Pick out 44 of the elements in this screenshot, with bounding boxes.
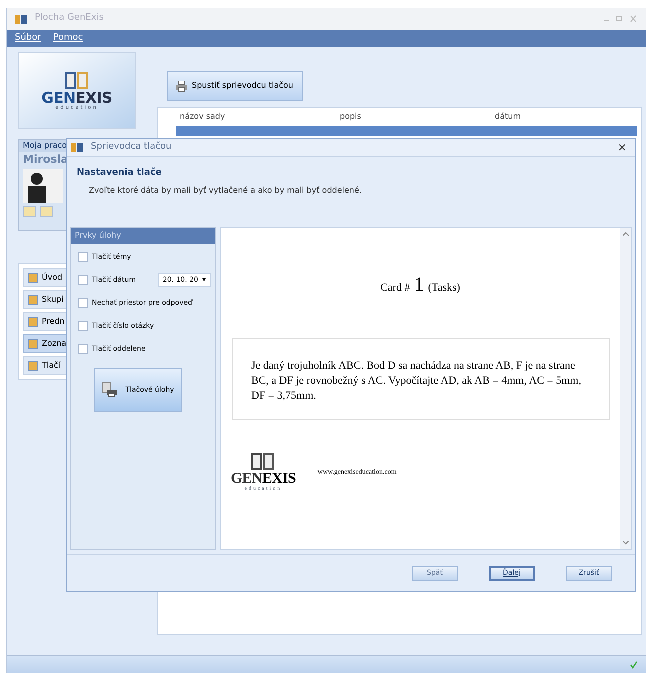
nav-icon	[28, 294, 38, 304]
checkbox[interactable]	[78, 298, 88, 308]
avatar-silhouette	[23, 168, 63, 202]
app-icon	[71, 143, 83, 152]
book-icon	[64, 70, 90, 90]
column-header: názov sady	[180, 111, 226, 123]
print-wizard-button[interactable]: Spustiť sprievodcu tlačou	[167, 71, 303, 101]
column-header: popis	[340, 111, 362, 123]
nav-label: Úvod	[42, 272, 63, 284]
logo-text: GENEXIS	[42, 90, 112, 106]
scrollbar[interactable]	[620, 228, 631, 549]
nav-label: Skupi	[42, 294, 64, 306]
nav-label: Tlačí	[42, 360, 61, 372]
dialog-subtitle: Zvoľte ktoré dáta by mali byť vytlačené a ako by mali byť oddelené.	[88, 184, 363, 196]
window-title: Plocha GenExis	[35, 12, 104, 26]
nav-label: Zozna	[42, 338, 67, 350]
app-icon	[15, 14, 27, 24]
nav-icon	[28, 338, 38, 348]
column-header: dátum	[495, 111, 522, 123]
nav-label: Predn	[42, 316, 65, 328]
scroll-up-icon[interactable]	[622, 232, 628, 236]
scroll-down-icon[interactable]	[622, 541, 628, 545]
dialog-heading: Nastavenia tlače	[77, 167, 163, 180]
logo-text: GENEXIS	[231, 472, 296, 487]
task-text: Je daný trojuholník ABC. Bod D sa nachádza na strane AB, F je na strane BC, a DF je rovnobežný s AC. Vypočítajte AD, ak AB = 4mm, AC = 5mm, DF = 3,75mm.	[252, 359, 582, 404]
checkbox[interactable]	[78, 344, 88, 354]
panel-title: Prvky úlohy	[71, 228, 215, 244]
printer-icon	[176, 80, 188, 92]
window-controls-icon[interactable]	[602, 15, 638, 23]
menu-item[interactable]: Pomoc	[53, 32, 84, 46]
checkbox[interactable]	[78, 275, 88, 285]
card-title: Card # 1 (Tasks)	[380, 273, 460, 298]
close-button[interactable]: ×	[614, 142, 631, 153]
check-icon	[630, 660, 638, 668]
nav-icon	[28, 316, 38, 326]
user-name: Mirosla	[22, 152, 70, 168]
menu-item[interactable]: Súbor	[15, 32, 42, 46]
selected-row[interactable]	[176, 126, 637, 136]
nav-icon	[28, 272, 38, 282]
nav-icon	[28, 360, 38, 370]
book-icon	[250, 452, 276, 472]
printer-pages-icon	[102, 382, 118, 398]
checkbox[interactable]	[78, 321, 88, 331]
checkbox[interactable]	[78, 252, 88, 262]
